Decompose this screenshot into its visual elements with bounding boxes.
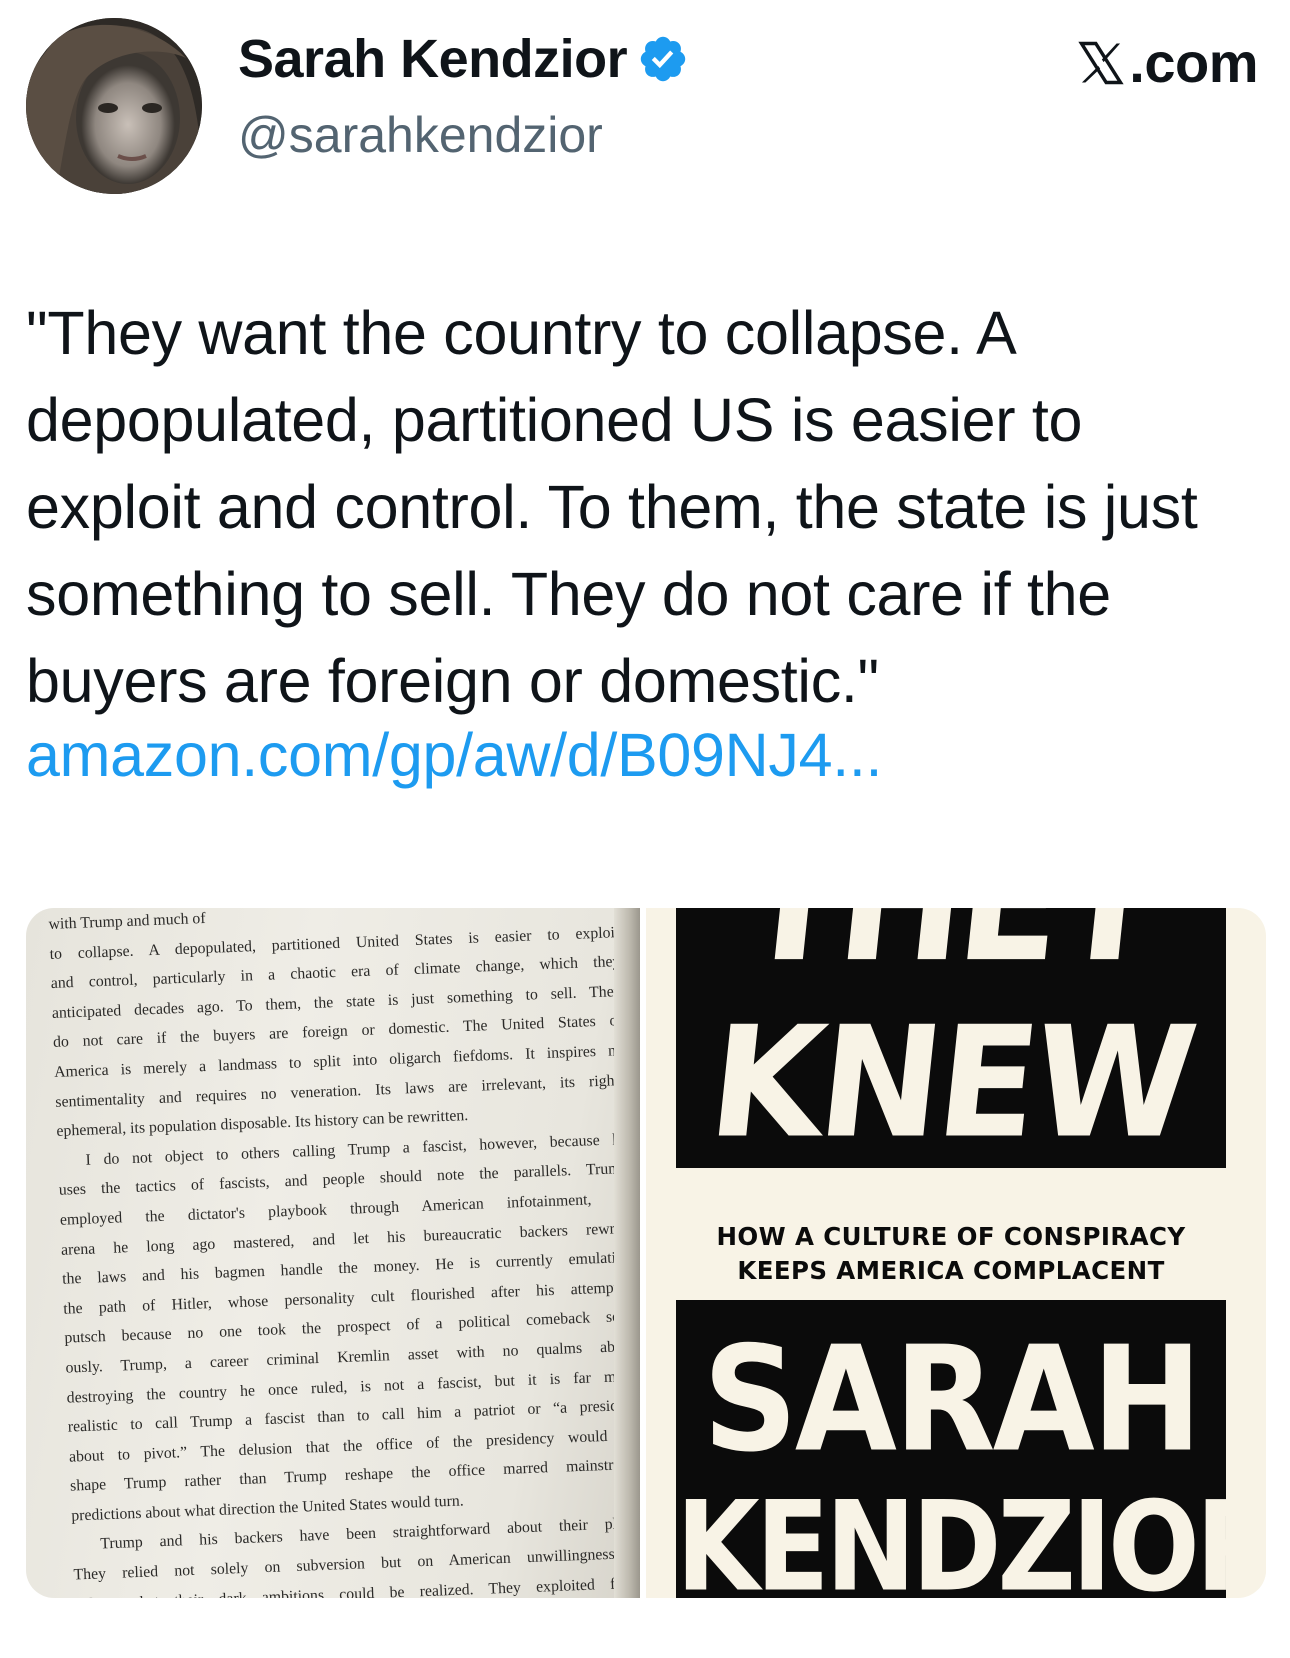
cover-subtitle-line2: KEEPS AMERICA COMPLACENT [737,1256,1165,1285]
tweet-link[interactable]: amazon.com/gp/aw/d/B09NJ4... [26,720,883,790]
author-handle[interactable]: @sarahkendzior [238,106,603,164]
tweet-media[interactable]: with Trump and much of to collapse. A dep… [26,908,1266,1598]
cover-subtitle-line1: HOW A CULTURE OF CONSPIRACY [716,1222,1186,1251]
cover-title-block: THEY KNEW [676,908,1226,1172]
cover-title-line1: THEY [667,908,1234,999]
tweet-body: "They want the country to collapse. A de… [26,299,1198,715]
cover-title-line2: KNEW [701,993,1201,1173]
page-edge [614,908,640,1598]
cover-author-line1: SARAH [702,1315,1203,1485]
cover-subtitle: HOW A CULTURE OF CONSPIRACY KEEPS AMERIC… [676,1220,1226,1288]
cover-author-line2: KENDZIOR [676,1475,1266,1598]
author-name-row: Sarah Kendzior [238,28,689,90]
site-label[interactable]: .com [1075,30,1258,95]
verified-badge-icon [640,36,686,82]
profile-photo [26,18,202,194]
author-display-name[interactable]: Sarah Kendzior [238,28,628,90]
x-logo-icon [1078,41,1124,84]
site-domain-text: .com [1129,31,1258,94]
cover-author-block: SARAH KENDZIOR [676,1300,1266,1598]
book-cover-image[interactable]: THEY KNEW HOW A CULTURE OF CONSPIRACY KE… [646,908,1266,1598]
book-page-photo[interactable]: with Trump and much of to collapse. A dep… [26,908,640,1598]
book-page-text: with Trump and much of to collapse. A dep… [48,908,640,1598]
author-avatar[interactable] [26,18,202,194]
tweet-header: Sarah Kendzior @sarahkendzior .com [26,18,1266,194]
